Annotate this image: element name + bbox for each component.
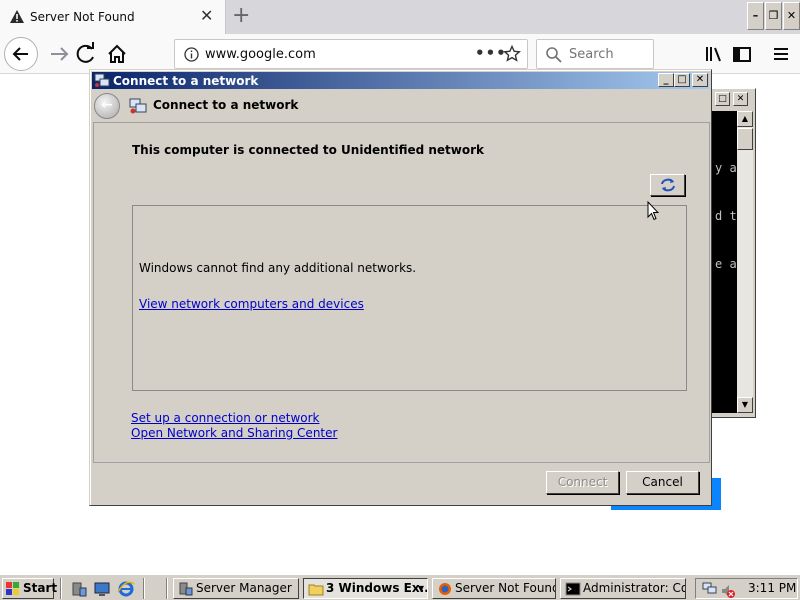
windows-logo-icon <box>6 582 19 595</box>
bookmark-star-icon[interactable] <box>503 45 521 63</box>
taskbar: Start Server Manager 3 Windows Ex... ▼ S… <box>0 574 800 600</box>
scroll-up-button[interactable]: ▲ <box>737 111 753 127</box>
firefox-icon <box>439 583 451 595</box>
browser-toolbar: www.google.com ••• Search <box>0 34 800 74</box>
dialog-titlebar[interactable]: Connect to a network _ □ ✕ <box>92 72 709 89</box>
console-close-button[interactable]: ✕ <box>733 92 748 106</box>
network-icon <box>94 73 110 87</box>
restore-button[interactable]: ❐ <box>765 2 782 30</box>
console-line: e a <box>715 257 737 271</box>
minimize-button[interactable]: – <box>747 2 764 30</box>
connect-button[interactable]: Connect <box>546 471 619 494</box>
mouse-cursor-icon <box>647 201 659 221</box>
arrow-left-icon <box>12 47 28 61</box>
tab-title: Server Not Found <box>30 10 135 24</box>
new-tab-icon[interactable]: + <box>232 4 250 28</box>
refresh-icon <box>661 178 675 192</box>
dialog-heading: Connect to a network <box>153 98 299 112</box>
task-label: 3 Windows Ex... <box>326 581 428 595</box>
dialog-title: Connect to a network <box>113 74 259 88</box>
task-label: Server Not Found... <box>455 581 555 595</box>
url-bar[interactable]: www.google.com ••• <box>174 39 528 69</box>
dialog-minimize-button[interactable]: _ <box>658 73 674 87</box>
clock[interactable]: 3:11 PM <box>748 581 796 595</box>
start-label: Start <box>23 581 58 595</box>
taskbar-separator <box>60 578 62 599</box>
scroll-down-button[interactable]: ▼ <box>737 397 753 413</box>
setup-connection-link[interactable]: Set up a connection or network <box>131 411 319 425</box>
arrow-left-icon: ← <box>101 97 113 113</box>
open-sharing-center-link[interactable]: Open Network and Sharing Center <box>131 426 337 440</box>
search-input[interactable]: Search <box>536 39 654 69</box>
console-line: y a <box>715 161 737 175</box>
sidebar-icon[interactable] <box>726 38 758 70</box>
url-text: www.google.com <box>205 47 316 62</box>
warning-icon <box>10 10 24 23</box>
no-networks-message: Windows cannot find any additional netwo… <box>139 261 417 275</box>
browser-window-controls: – ❐ ✕ <box>746 2 800 30</box>
info-icon[interactable] <box>184 47 199 62</box>
taskbar-server-manager[interactable]: Server Manager <box>173 578 299 599</box>
dialog-back-button[interactable]: ← <box>94 93 120 119</box>
browser-tab[interactable]: Server Not Found ✕ <box>0 0 226 34</box>
back-button[interactable] <box>4 37 38 71</box>
reload-icon[interactable] <box>70 38 102 70</box>
command-prompt-icon <box>565 582 581 596</box>
taskbar-separator <box>143 578 145 599</box>
dialog-maximize-button[interactable]: □ <box>674 73 690 87</box>
taskbar-separator <box>166 578 168 599</box>
task-label: Administrator: Co... <box>583 581 685 595</box>
search-placeholder: Search <box>569 47 614 62</box>
server-manager-icon[interactable] <box>70 580 88 598</box>
console-maximize-button[interactable]: □ <box>715 92 730 106</box>
home-icon[interactable] <box>101 38 133 70</box>
network-tray-icon[interactable] <box>702 581 718 597</box>
volume-muted-icon[interactable] <box>720 583 736 599</box>
close-tab-icon[interactable]: ✕ <box>200 8 213 24</box>
task-label: Server Manager <box>196 581 292 595</box>
start-button[interactable]: Start <box>2 578 58 599</box>
show-desktop-icon[interactable] <box>93 580 111 598</box>
menu-icon[interactable] <box>765 38 797 70</box>
connect-network-dialog: Connect to a network _ □ ✕ ← Connect to … <box>89 69 712 506</box>
scroll-thumb[interactable] <box>737 128 753 150</box>
dialog-close-button[interactable]: ✕ <box>692 73 708 87</box>
dialog-header: ← Connect to a network <box>92 90 709 122</box>
close-window-button[interactable]: ✕ <box>783 2 800 30</box>
cancel-button[interactable]: Cancel <box>626 471 699 494</box>
search-icon <box>546 47 562 63</box>
connection-status: This computer is connected to Unidentifi… <box>132 143 485 157</box>
system-tray: 3:11 PM <box>695 578 798 599</box>
network-icon <box>129 98 147 114</box>
internet-explorer-icon[interactable] <box>117 580 135 598</box>
server-manager-icon <box>179 582 193 596</box>
taskbar-windows-explorer-group[interactable]: 3 Windows Ex... ▼ <box>303 578 428 599</box>
page-actions-icon[interactable]: ••• <box>475 44 507 62</box>
view-network-devices-link[interactable]: View network computers and devices <box>139 297 364 311</box>
folder-icon <box>308 584 324 596</box>
console-screen: y a d t e a <box>711 111 737 413</box>
network-list[interactable]: Windows cannot find any additional netwo… <box>132 205 687 391</box>
refresh-button[interactable] <box>650 174 685 196</box>
console-scrollbar[interactable]: ▲ ▼ <box>737 111 753 413</box>
browser-tab-strip: Server Not Found ✕ + – ❐ ✕ <box>0 0 800 34</box>
console-line: d t <box>715 209 737 223</box>
taskbar-command-prompt[interactable]: Administrator: Co... <box>560 578 686 599</box>
console-window[interactable]: □ ✕ y a d t e a ▲ ▼ <box>706 88 756 418</box>
group-dropdown-icon: ▼ <box>417 584 424 593</box>
taskbar-firefox[interactable]: Server Not Found... <box>432 578 556 599</box>
